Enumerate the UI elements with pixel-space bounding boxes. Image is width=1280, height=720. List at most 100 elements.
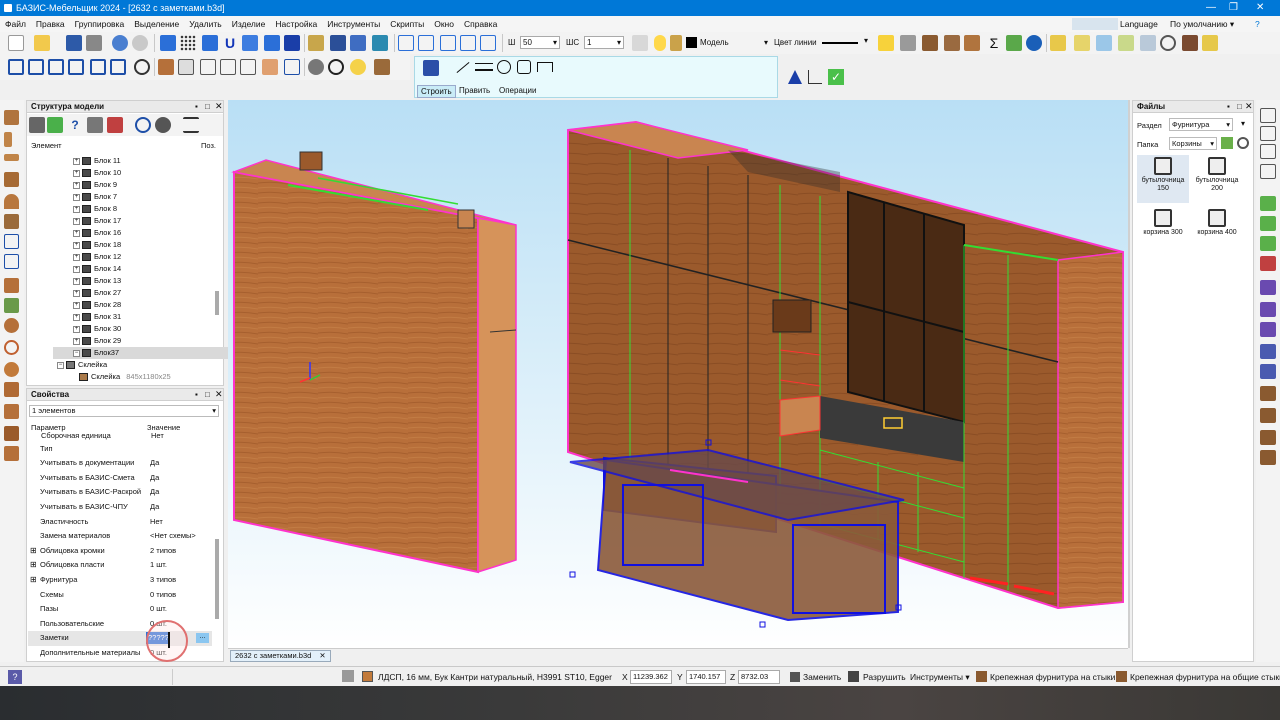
property-value[interactable]: 3 типов [150, 573, 176, 588]
cube-color-icon[interactable] [374, 59, 390, 75]
menu-settings[interactable]: Настройка [270, 19, 322, 29]
collapse-icon[interactable]: − [57, 361, 64, 369]
select-cross-icon[interactable] [350, 35, 366, 51]
light-bulb-icon[interactable] [654, 35, 666, 51]
list-icon[interactable] [183, 117, 199, 133]
vertical-divider-icon[interactable] [4, 234, 19, 249]
tool-k-icon[interactable] [1260, 280, 1276, 295]
menu-window[interactable]: Окно [429, 19, 459, 29]
property-row[interactable]: Учитывать в БАЗИС-Раскрой Да [28, 485, 212, 500]
material-icon[interactable] [342, 670, 354, 682]
panel-tool-icon[interactable] [4, 110, 19, 125]
file-item[interactable]: бутылочница 150 [1137, 155, 1189, 203]
status-help-icon[interactable]: ? [8, 670, 22, 684]
expand-icon[interactable]: + [73, 217, 80, 225]
menu-grouping[interactable]: Группировка [70, 19, 130, 29]
question-icon[interactable]: ? [67, 117, 83, 133]
view-iso-icon[interactable] [110, 59, 126, 75]
tree-grandchild-row[interactable]: Склейка 845x1180x25 [79, 371, 171, 383]
expand-icon[interactable]: + [73, 193, 80, 201]
layers-icon[interactable] [632, 35, 648, 51]
tree-row[interactable]: + Блок 18 [73, 239, 121, 251]
pan-icon[interactable] [480, 35, 496, 51]
document-tab[interactable]: 2632 с заметками.b3d ✕ [230, 650, 331, 662]
property-row[interactable]: Замена материалов <Нет схемы> [28, 529, 212, 544]
snap-grid-icon[interactable] [160, 35, 176, 51]
tool-q-icon[interactable] [1260, 408, 1276, 423]
expand-icon[interactable]: ⊞ [30, 544, 37, 559]
facade-icon[interactable] [4, 446, 19, 461]
render-texture-icon[interactable] [262, 59, 278, 75]
property-row[interactable]: ⊞ Фурнитура 3 типов [28, 573, 212, 588]
preset-select[interactable]: По умолчанию ▾ [1170, 16, 1234, 32]
expand-icon[interactable]: + [73, 205, 80, 213]
wc-select[interactable]: 1 ▾ [584, 36, 624, 49]
file-item[interactable]: бутылочница 200 [1191, 155, 1243, 203]
x-coord[interactable]: 11239.362 [630, 670, 672, 684]
file-item[interactable]: корзина 300 [1137, 207, 1189, 255]
sketch-icon[interactable] [423, 60, 439, 76]
arch-icon[interactable] [4, 298, 19, 313]
property-row[interactable]: Учитывать в БАЗИС-Смета Да [28, 471, 212, 486]
property-value[interactable]: 2 типов [150, 544, 176, 559]
tree-row[interactable]: + Блок 7 [73, 191, 117, 203]
menu-delete[interactable]: Удалить [184, 19, 226, 29]
fittings-common-button[interactable]: Крепежная фурнитура на общие стыки [1130, 667, 1280, 687]
property-value[interactable]: 0 шт. [150, 602, 167, 617]
section-select[interactable]: Фурнитура ▾ [1169, 118, 1233, 131]
expand-icon[interactable]: ⊞ [30, 573, 37, 588]
snap-perp-icon[interactable] [264, 35, 280, 51]
property-row[interactable]: Учитывать в БАЗИС-ЧПУ Да [28, 500, 212, 515]
panel-maximize-icon[interactable]: □ [205, 102, 210, 111]
scroll-thumb[interactable] [215, 291, 219, 315]
menu-product[interactable]: Изделие [227, 19, 271, 29]
visibility-icon[interactable] [155, 117, 171, 133]
menu-help[interactable]: Справка [459, 19, 502, 29]
property-row[interactable]: Схемы 0 типов [28, 588, 212, 603]
view-left-icon[interactable] [48, 59, 64, 75]
tree-row[interactable]: − Блок37 [53, 347, 235, 359]
expand-icon[interactable]: + [73, 229, 80, 237]
folder-select[interactable]: Корзины ▾ [1169, 137, 1217, 150]
save-icon[interactable] [66, 35, 82, 51]
texture-icon[interactable] [1006, 35, 1022, 51]
tree-row[interactable]: + Блок 10 [73, 167, 121, 179]
rotate-icon[interactable] [134, 59, 150, 75]
tree-row[interactable]: + Блок 13 [73, 275, 121, 287]
extrude-icon[interactable] [4, 404, 19, 419]
expand-icon[interactable]: + [73, 157, 80, 165]
fittings-joints-button[interactable]: Крепежная фурнитура на стыки [990, 667, 1115, 687]
selection-select[interactable]: 1 элементов ▾ [29, 405, 219, 417]
snap-u-icon[interactable]: U [222, 35, 238, 51]
files-pin-icon[interactable]: ▪ [1227, 102, 1230, 111]
expand-icon[interactable]: + [73, 241, 80, 249]
tool-d-icon[interactable] [1140, 35, 1156, 51]
cone-icon[interactable] [4, 382, 19, 397]
tool-i-icon[interactable] [1260, 236, 1276, 251]
dots-grid-icon[interactable] [180, 35, 196, 51]
check-circle-icon[interactable] [328, 59, 344, 75]
lock-icon[interactable] [670, 35, 682, 51]
tree-row[interactable]: + Блок 8 [73, 203, 117, 215]
zoom-in-icon[interactable] [460, 35, 476, 51]
property-value[interactable]: Да [150, 500, 159, 515]
horizontal-panel-icon[interactable] [4, 154, 19, 161]
cabinet-icon[interactable] [922, 35, 938, 51]
tree-row[interactable]: + Блок 12 [73, 251, 121, 263]
scissors-icon[interactable] [900, 35, 916, 51]
section-menu-icon[interactable]: ▾ [1241, 119, 1245, 128]
expand-icon[interactable]: + [73, 181, 80, 189]
tool-j-icon[interactable] [1260, 256, 1276, 271]
print-icon[interactable] [86, 35, 102, 51]
snap-end-icon[interactable] [202, 35, 218, 51]
files-close-icon[interactable]: ✕ [1245, 101, 1253, 112]
dimension-hint-icon[interactable] [808, 70, 822, 84]
tab-operations[interactable]: Операции [499, 86, 536, 95]
tree-row[interactable]: + Блок 11 [73, 155, 121, 167]
property-value[interactable]: 1 шт. [150, 558, 167, 573]
tree-row[interactable]: + Блок 31 [73, 311, 121, 323]
blue-cone-icon[interactable] [788, 70, 802, 84]
render-shaded-icon[interactable] [178, 59, 194, 75]
props-pin-icon[interactable]: ▪ [195, 390, 198, 399]
expand-icon[interactable]: − [73, 349, 80, 357]
